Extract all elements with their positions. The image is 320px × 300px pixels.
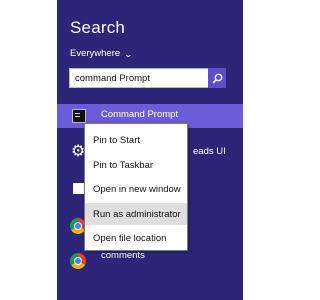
result-label-partial: eads UI [193,146,226,157]
search-icon [212,73,222,83]
app-icon [73,183,84,194]
result-label-command-prompt: Command Prompt [101,109,179,120]
context-menu: Pin to Start Pin to Taskbar Open in new … [84,123,188,251]
search-title: Search [70,18,126,37]
menu-item-pin-to-start[interactable]: Pin to Start [85,129,187,151]
gear-icon: ⚙ [71,143,86,160]
command-prompt-icon [72,109,86,123]
chevron-down-icon: ⌄ [123,49,134,59]
menu-item-open-in-new-window[interactable]: Open in new window [85,178,187,200]
search-input[interactable]: command Prompt [69,68,223,88]
menu-item-run-as-administrator[interactable]: Run as administrator [85,203,187,225]
search-button[interactable] [208,68,226,88]
search-scope-dropdown[interactable]: Everywhere ⌄ [70,48,134,59]
search-scope-label: Everywhere [70,48,121,59]
menu-item-open-file-location[interactable]: Open file location [85,227,187,249]
result-label-comments[interactable]: comments [101,250,145,261]
search-query: command Prompt [75,73,150,84]
menu-item-pin-to-taskbar[interactable]: Pin to Taskbar [85,154,187,176]
chrome-icon [70,253,86,269]
